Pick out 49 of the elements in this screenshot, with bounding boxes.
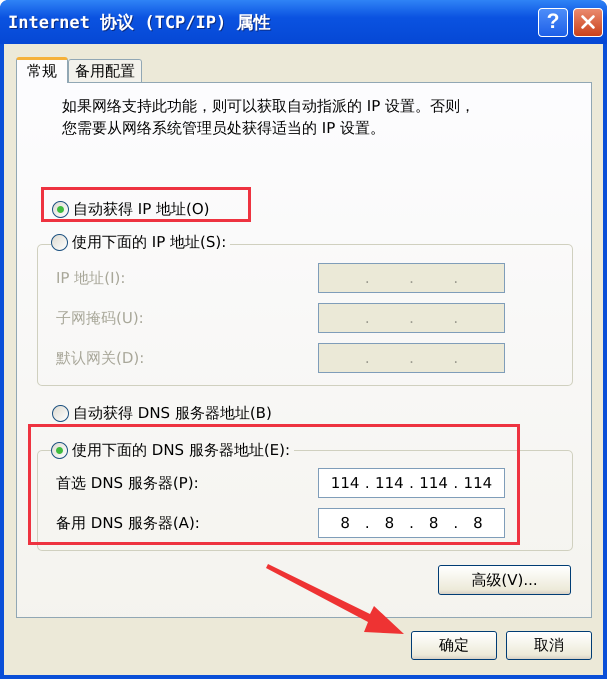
- dot-separator: .: [364, 474, 371, 492]
- dot-separator: .: [364, 269, 371, 287]
- radio-button[interactable]: [51, 234, 68, 251]
- radio-option[interactable]: 使用下面的 IP 地址(S):: [51, 233, 226, 252]
- field-label: 子网掩码(U):: [56, 308, 144, 328]
- tab[interactable]: 备用配置: [68, 59, 142, 82]
- octet-value: 8: [428, 514, 440, 532]
- dot-separator: .: [452, 309, 460, 327]
- dot-separator: .: [408, 269, 415, 287]
- octet-value: 8: [472, 514, 484, 532]
- field-label: 首选 DNS 服务器(P):: [56, 474, 199, 492]
- field-label: IP 地址(I):: [56, 268, 126, 288]
- field-label: 默认网关(D):: [56, 348, 144, 368]
- radio-option[interactable]: 自动获得 DNS 服务器地址(B): [52, 404, 272, 423]
- ok-button[interactable]: 确定: [411, 631, 497, 660]
- dot-separator: .: [408, 474, 415, 492]
- dot-separator: .: [452, 269, 460, 287]
- dot-separator: .: [452, 514, 460, 532]
- radio-option[interactable]: 使用下面的 DNS 服务器地址(E):: [51, 441, 290, 460]
- ip-address-field[interactable]: 8 . 8 . 8 . 8: [318, 508, 505, 538]
- field-label: 备用 DNS 服务器(A):: [56, 514, 200, 532]
- cancel-button[interactable]: 取消: [506, 631, 592, 660]
- tab[interactable]: 常规: [16, 57, 68, 83]
- radio-button[interactable]: [51, 442, 68, 459]
- help-button[interactable]: ?: [538, 8, 568, 36]
- dot-separator: .: [452, 349, 460, 367]
- close-icon: [579, 13, 597, 31]
- octet-value: 8: [339, 514, 351, 532]
- radio-option[interactable]: 自动获得 IP 地址(O): [52, 200, 210, 219]
- window-title: Internet 协议 (TCP/IP) 属性: [8, 12, 272, 34]
- advanced-button[interactable]: 高级(V)...: [438, 565, 571, 595]
- octet-value: 114: [374, 474, 405, 492]
- dot-separator: .: [452, 474, 460, 492]
- ip-address-field[interactable]: 114 . 114 . 114 . 114: [318, 468, 505, 498]
- dot-separator: .: [408, 349, 415, 367]
- octet-value: 114: [418, 474, 449, 492]
- radio-button[interactable]: [52, 405, 69, 422]
- dot-separator: .: [364, 514, 371, 532]
- dot-separator: .: [364, 309, 371, 327]
- close-button[interactable]: [573, 8, 603, 36]
- description-text: 您需要从网络系统管理员处获得适当的 IP 设置。: [62, 118, 386, 139]
- radio-button[interactable]: [52, 201, 69, 218]
- dot-separator: .: [408, 514, 415, 532]
- octet-value: 114: [462, 474, 494, 492]
- octet-value: 114: [330, 474, 360, 492]
- dot-separator: .: [408, 309, 415, 327]
- description-text: 如果网络支持此功能，则可以获取自动指派的 IP 设置。否则，: [62, 96, 476, 117]
- octet-value: 8: [384, 514, 396, 532]
- dot-separator: .: [364, 349, 371, 367]
